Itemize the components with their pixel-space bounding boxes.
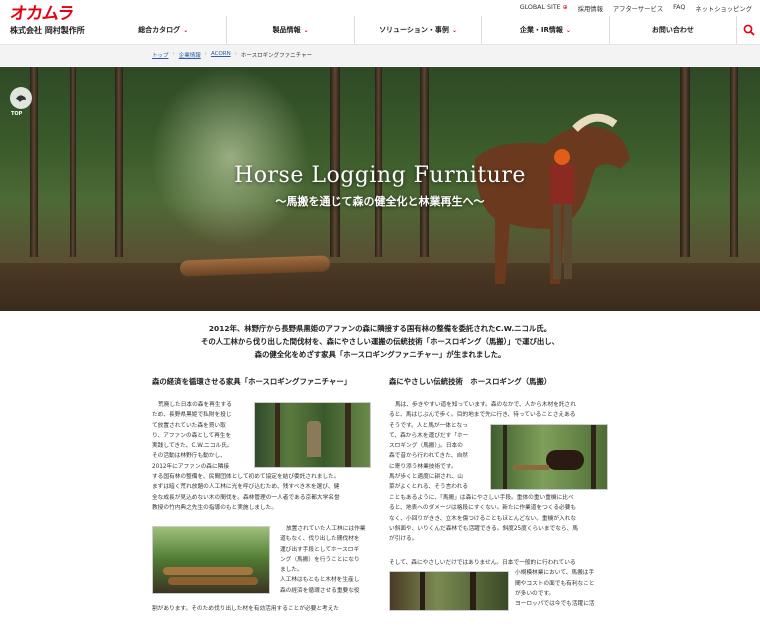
chevron-down-icon: ⌄ [303,27,309,34]
intro-text: 2012年、林野庁から長野県黒姫のアファンの森に隣接する国有林の整備を委託された… [0,322,760,361]
search-button[interactable] [736,16,760,44]
right-column: 森にやさしい伝統技術 ホースロギング（馬搬） [389,376,609,399]
photo-horse-logging [490,424,608,490]
nav-products[interactable]: 製品情報 ⌄ [226,16,353,44]
util-link-net-shopping[interactable]: ネットショッピング [695,4,752,13]
search-icon [743,24,755,36]
hero-title: Horse Logging Furniture [234,163,526,188]
util-link-faq[interactable]: FAQ [673,4,685,13]
intro-line: 2012年、林野庁から長野県黒姫のアファンの森に隣接する国有林の整備を委託された… [208,324,552,333]
nav-corporate[interactable]: 企業・IR情報 ⌄ [481,16,608,44]
nav-catalog[interactable]: 総合カタログ ⌄ [100,16,226,44]
breadcrumb-current: ホースロギングファニチャー [240,53,313,59]
intro-line: その人工林から伐り出した間伐材を、森にやさしい運搬の伝統技術「ホースロギング（馬… [200,337,560,346]
util-link-global-site[interactable]: GLOBAL SITE ⊕ [520,4,568,13]
chevron-down-icon: ⌄ [451,27,457,34]
horse-and-logger-illustration [475,113,630,284]
right-heading: 森にやさしい伝統技術 ホースロギング（馬搬） [389,377,552,386]
left-column: 森の経済を循環させる家具「ホースロギングファニチャー」 [152,376,372,399]
nav-contact[interactable]: お問い合わせ [608,16,736,44]
breadcrumb-separator: › [204,51,207,57]
utility-nav: GLOBAL SITE ⊕ 採用情報 アフターサービス FAQ ネットショッピン… [520,4,752,13]
breadcrumb-separator: › [234,51,237,57]
breadcrumb-corporate[interactable]: 企業情報 [179,51,201,59]
photo-logs-stacked [152,526,270,594]
intro-line: 森の健全化をめざす家具「ホースロギングファニチャー」が生まれました。 [254,350,506,359]
chevron-down-icon: ⌄ [565,27,571,34]
left-paragraph-1: 荒廃した日本の森を再生する ため、長野県黒姫で私財を投じ て放置されていた森を買… [152,402,233,470]
okamura-logo[interactable]: オカムラ 株式会社 岡村製作所 [8,4,88,40]
left-paragraph-4: 割があります。そのため伐り出した材を有効活用することが必要と考えた [152,606,340,612]
chevron-down-icon: ⌄ [183,27,189,34]
breadcrumb-acorn[interactable]: ACORN [211,51,231,59]
global-nav: 総合カタログ ⌄ 製品情報 ⌄ ソリューション・事例 ⌄ 企業・IR情報 ⌄ お問い合わ… [100,16,736,44]
nav-solutions[interactable]: ソリューション・事例 ⌄ [353,16,481,44]
logo-company-name: 株式会社 岡村製作所 [10,26,85,35]
top-bird-icon[interactable] [10,87,32,109]
left-paragraph-3: 放置されていた人工林には作業 道もなく、伐り出した間伐材を 運び出す手段としてホ… [280,526,366,594]
breadcrumb-separator: › [172,51,175,57]
breadcrumb-bar: トップ › 企業情報 › ACORN › ホースロギングファニチャー [0,44,760,66]
left-heading: 森の経済を循環させる家具「ホースロギングファニチャー」 [152,377,352,386]
globe-icon: ⊕ [562,4,568,11]
top-label[interactable]: TOP [11,111,22,117]
right-paragraph-3: そして、森にやさしいだけではありません。日本で一般的に行われている 小規模林業に… [389,560,595,608]
breadcrumb-top[interactable]: トップ [152,51,169,59]
util-link-recruit[interactable]: 採用情報 [578,4,603,13]
left-paragraph-2: する国有林の整備を、民間団体として初めて協定を結び委託されました。 まずは暗く荒… [152,474,340,511]
breadcrumb: トップ › 企業情報 › ACORN › ホースロギングファニチャー [152,51,312,59]
logo-mark: オカムラ [8,4,75,24]
hero-image: TOP Horse Logging Furniture 〜馬搬を通じて森の健全化… [0,67,760,311]
photo-cw-nicol [254,402,371,468]
right-paragraph-2: こともあるように、「馬搬」は森にやさしい手段。重体の重い重機に比べ ると、地表へ… [389,495,578,543]
hero-subtitle: 〜馬搬を通じて森の健全化と林業再生へ〜 [275,195,485,208]
util-link-after-service[interactable]: アフターサービス [613,4,663,13]
site-header: オカムラ 株式会社 岡村製作所 GLOBAL SITE ⊕ 採用情報 アフターサ… [0,0,760,44]
